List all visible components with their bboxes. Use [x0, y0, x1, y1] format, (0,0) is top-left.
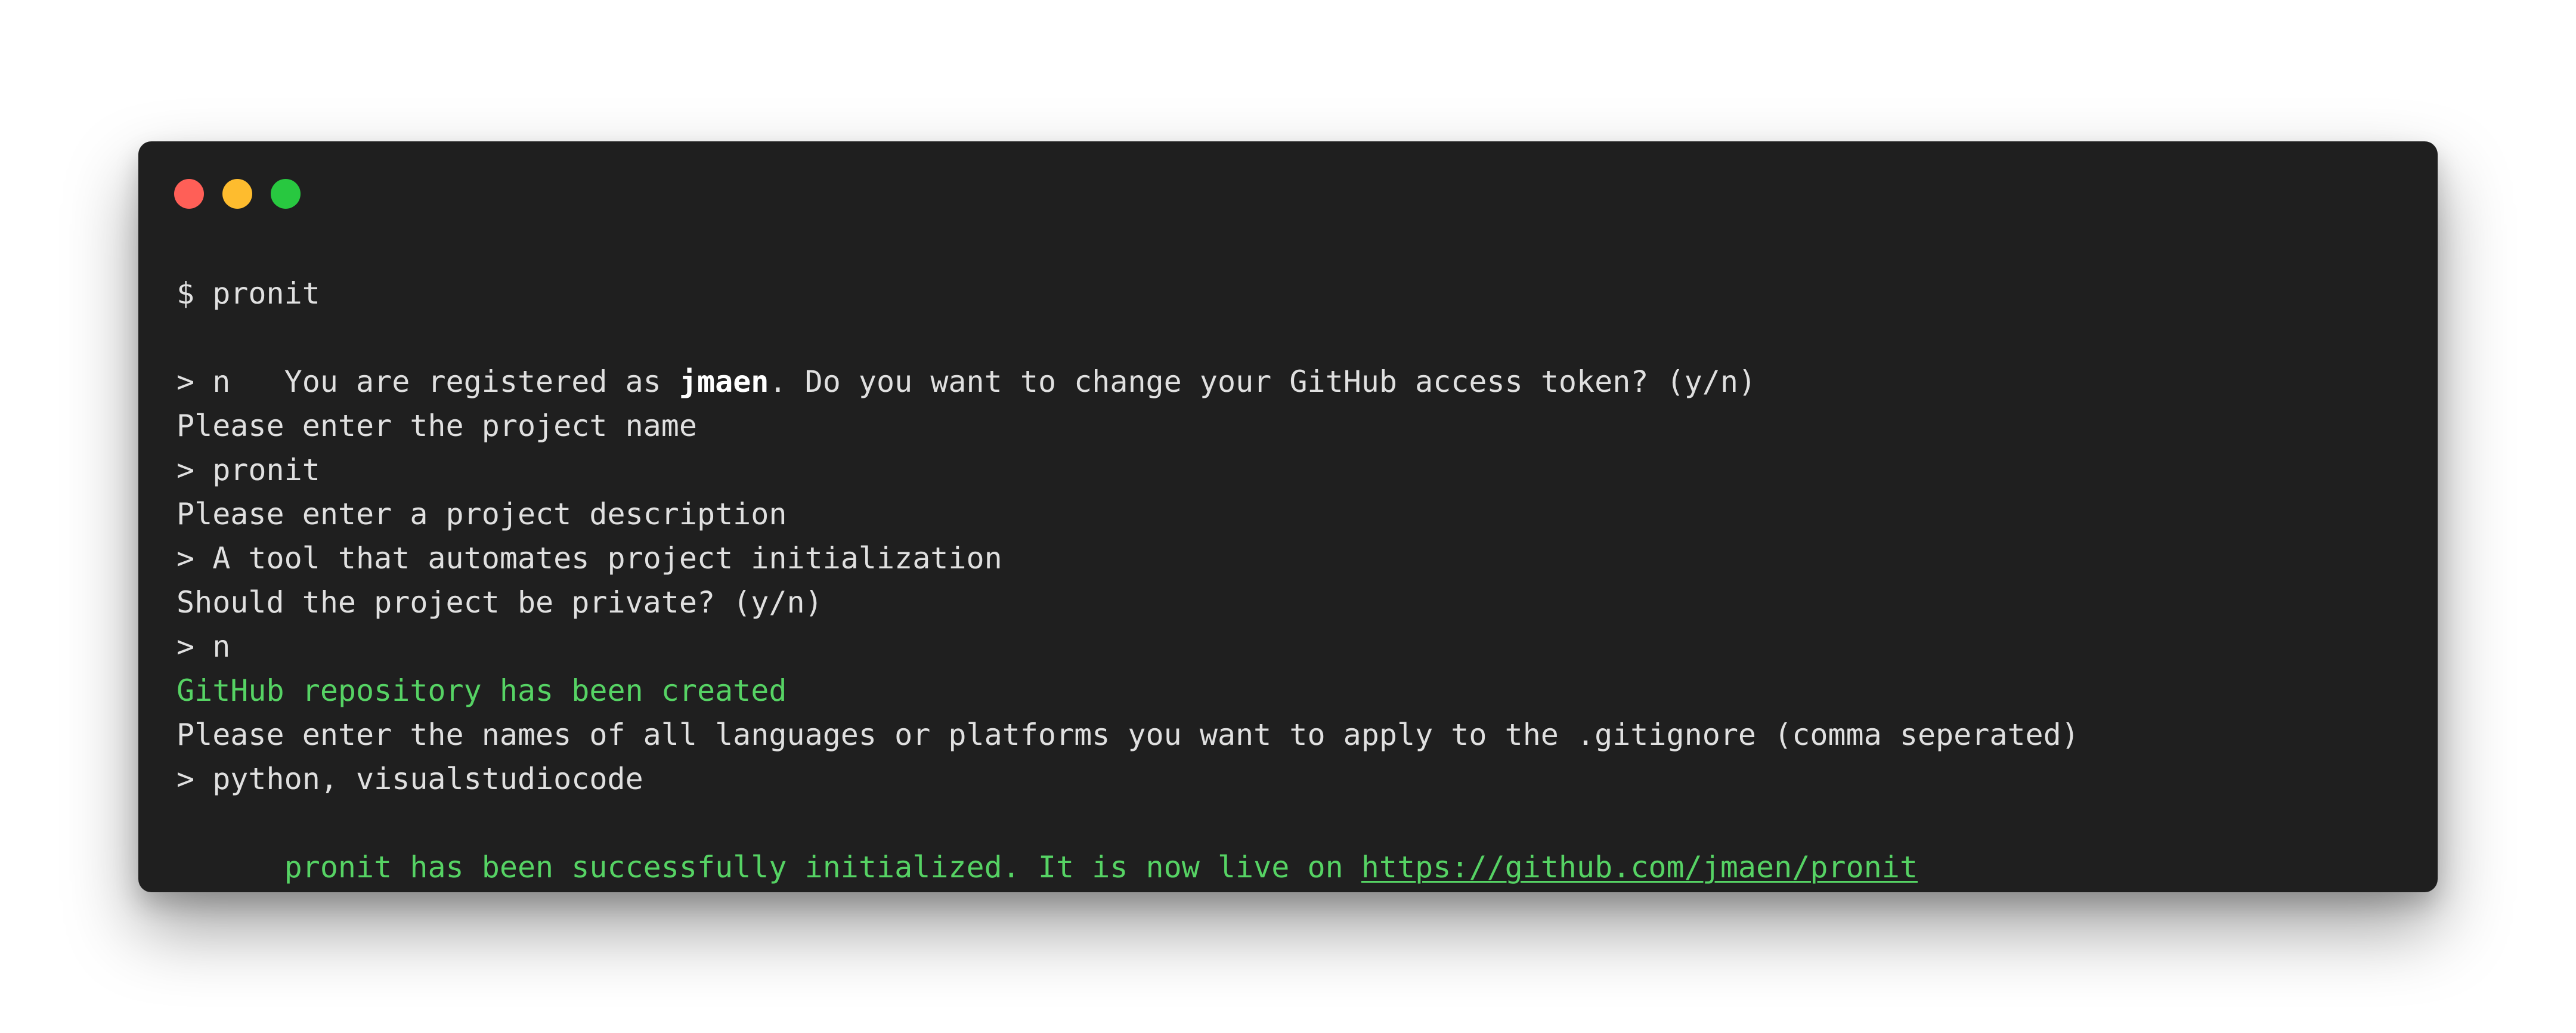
input-line: > pronit [177, 453, 320, 487]
terminal-window: $ pronit You are registered as jmaen. Do… [138, 141, 2438, 892]
input-line: > A tool that automates project initiali… [177, 541, 1002, 576]
zoom-dot-icon[interactable] [271, 179, 301, 209]
prompt-line: Should the project be private? (y/n) [177, 585, 823, 620]
success-line: pronit has been successfully initialized… [177, 801, 2402, 884]
terminal-output: $ pronit You are registered as jmaen. Do… [177, 271, 2402, 884]
input-line: > python, visualstudiocode [177, 762, 643, 796]
success-line: GitHub repository has been created [177, 673, 787, 708]
command-line: $ pronit [177, 276, 320, 311]
window-controls [174, 179, 301, 209]
repository-link[interactable]: https://github.com/jmaen/pronit [1361, 850, 1918, 884]
output-line: You are registered as jmaen. Do you want… [177, 316, 2402, 399]
output-text: You are registered as [284, 364, 679, 399]
input-line: > n [177, 629, 231, 664]
username: jmaen [679, 364, 769, 399]
output-text: . Do you want to change your GitHub acce… [769, 364, 1757, 399]
prompt-line: Please enter the names of all languages … [177, 717, 2079, 752]
prompt-line: Please enter a project description [177, 497, 787, 531]
close-dot-icon[interactable] [174, 179, 204, 209]
minimize-dot-icon[interactable] [222, 179, 252, 209]
prompt-line: Please enter the project name [177, 409, 697, 443]
success-text: pronit has been successfully initialized… [284, 850, 1361, 884]
